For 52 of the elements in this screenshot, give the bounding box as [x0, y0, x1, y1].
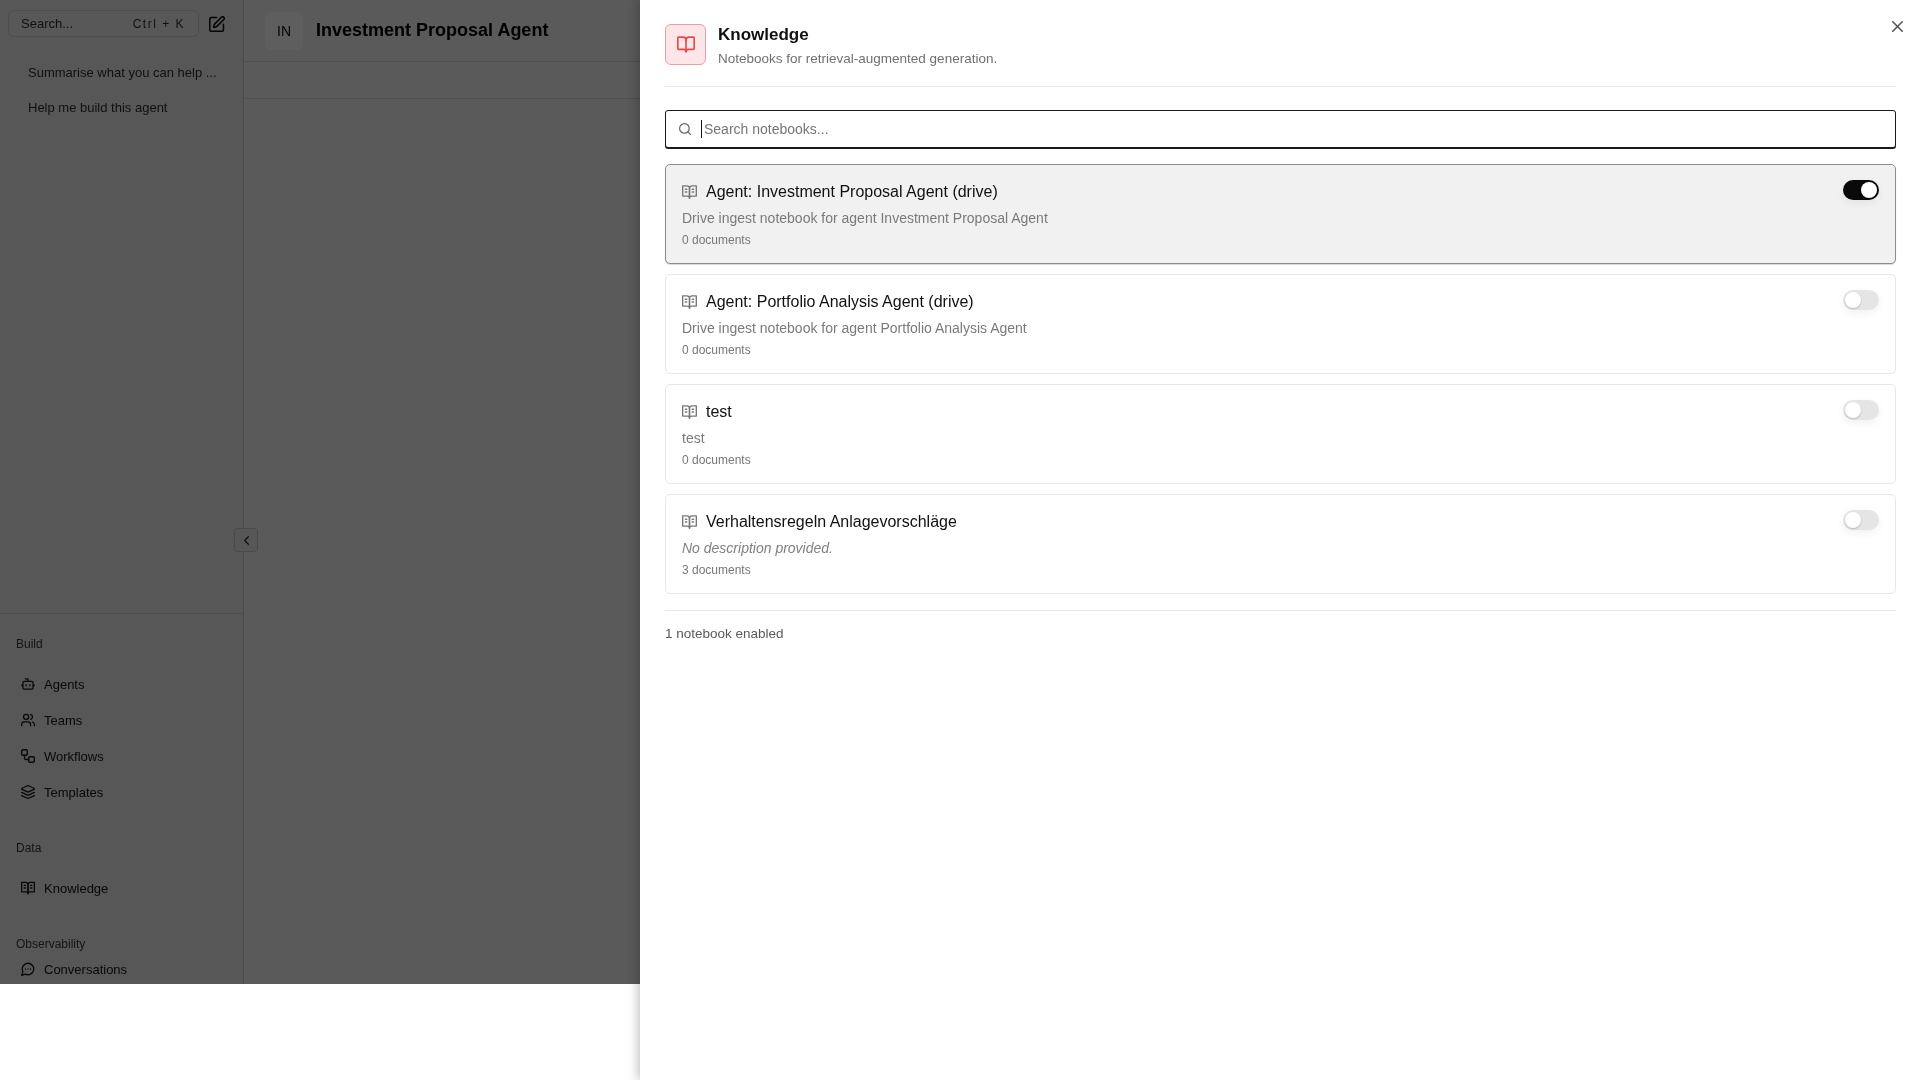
notebook-description: Drive ingest notebook for agent Investment Proposal Agent — [682, 209, 1049, 228]
nav-item[interactable]: Workflows — [8, 742, 235, 770]
book-icon — [682, 405, 697, 419]
notebook-title: Agent: Investment Proposal Agent (drive) — [706, 183, 998, 201]
document-count: 0 documents — [682, 232, 752, 249]
notebook-description: Drive ingest notebook for agent Portfolio Analysis Agent — [682, 319, 1028, 338]
connected-squares-icon — [21, 749, 35, 763]
notebook-description: test — [682, 429, 706, 448]
nav-item[interactable]: Teams — [8, 706, 235, 734]
book-icon — [665, 24, 706, 65]
chat-item[interactable]: Summarise what you can help ... — [8, 55, 235, 90]
edit-icon — [209, 15, 225, 32]
document-count: 3 documents — [682, 562, 752, 579]
toggle-switch[interactable] — [1843, 290, 1879, 310]
robot-icon — [21, 677, 35, 691]
chat-item[interactable]: Help me build this agent — [8, 90, 235, 125]
users-icon — [21, 713, 35, 727]
layers-icon — [21, 785, 35, 799]
book-icon — [682, 185, 697, 199]
section-label: Data — [15, 840, 43, 857]
close-button[interactable] — [1889, 18, 1906, 35]
search-field[interactable]: Search notebooks... — [665, 110, 1896, 148]
panel-subtitle: Notebooks for retrieval-augmented generation. — [718, 50, 999, 68]
toggle-switch[interactable] — [1843, 180, 1879, 200]
notebook-title: test — [706, 403, 732, 421]
section-label: Observability — [15, 936, 87, 953]
shortcut-hint: Ctrl + K — [132, 17, 185, 31]
notebook-description: No description provided. — [682, 539, 834, 558]
panel-title: Knowledge — [718, 24, 810, 46]
chevron-left-icon — [243, 535, 249, 545]
edit-button[interactable] — [209, 15, 225, 32]
toggle-switch[interactable] — [1843, 510, 1879, 530]
nav-item[interactable]: Agents — [8, 670, 235, 698]
toggle-switch[interactable] — [1843, 400, 1879, 420]
book-icon — [682, 515, 697, 529]
section-label: Build — [15, 636, 44, 653]
search-icon — [679, 123, 691, 135]
document-count: 0 documents — [682, 342, 752, 359]
book-icon — [21, 881, 35, 895]
agent-avatar: IN — [265, 11, 303, 50]
collapse-sidebar-button[interactable] — [234, 528, 258, 552]
close-icon — [1892, 21, 1903, 32]
nav-item[interactable]: Templates — [8, 778, 235, 806]
document-count: 0 documents — [682, 452, 752, 469]
nav-item[interactable]: Knowledge — [8, 874, 235, 902]
book-icon — [682, 295, 697, 309]
notebook-title: Verhaltensregeln Anlagevorschläge — [706, 513, 957, 531]
nav-item[interactable]: Conversations — [8, 955, 235, 983]
agent-title: Investment Proposal Agent — [316, 20, 549, 41]
notebook-title: Agent: Portfolio Analysis Agent (drive) — [706, 293, 974, 311]
enabled-count: 1 notebook enabled — [665, 625, 785, 643]
chat-bubble-icon — [21, 962, 35, 976]
